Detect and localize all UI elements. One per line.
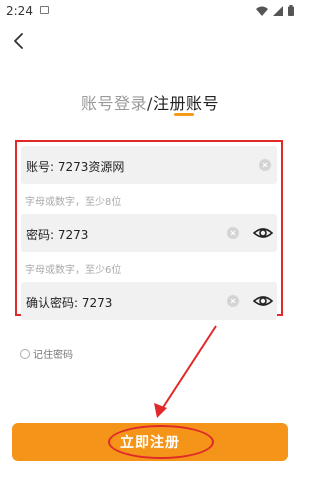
password-hint: 字母或数字，至少6位 <box>25 265 122 276</box>
wifi-icon <box>256 6 268 16</box>
account-hint: 字母或数字，至少8位 <box>25 197 122 208</box>
status-icons <box>256 5 294 16</box>
remember-password-checkbox[interactable]: 记住密码 <box>20 346 73 361</box>
password-field[interactable]: 密码: 7273 <box>21 214 277 252</box>
register-submit-button[interactable]: 立即注册 <box>12 423 288 461</box>
signal-icon <box>273 5 283 16</box>
account-input[interactable]: 账号: 7273资源网 <box>26 158 124 175</box>
confirm-password-input[interactable]: 确认密码: 7273 <box>26 294 112 311</box>
clear-icon[interactable] <box>259 159 271 171</box>
password-input[interactable]: 密码: 7273 <box>26 226 88 243</box>
registration-form-highlight: 账号: 7273资源网 字母或数字，至少8位 密码: 7273 字母或数字，至少… <box>15 140 283 320</box>
tab-bar: 账号登录/注册账号 <box>0 90 300 114</box>
confirm-password-field[interactable]: 确认密码: 7273 <box>21 282 277 320</box>
battery-icon <box>288 5 294 16</box>
back-button[interactable] <box>8 30 30 52</box>
back-arrow-icon <box>14 33 23 49</box>
radio-circle-icon[interactable] <box>20 348 30 359</box>
submit-label: 立即注册 <box>120 435 180 451</box>
tab-account-login[interactable]: 账号登录 <box>81 94 147 113</box>
eye-icon[interactable] <box>253 224 273 242</box>
eye-icon[interactable] <box>253 292 273 310</box>
clear-icon[interactable] <box>227 227 239 239</box>
active-tab-indicator <box>174 113 194 116</box>
tab-register-account[interactable]: 注册账号 <box>153 94 219 113</box>
status-time: 2:24 <box>6 4 33 18</box>
clear-icon[interactable] <box>227 295 239 307</box>
remember-password-label: 记住密码 <box>33 350 73 361</box>
status-bar: 2:24 <box>0 0 300 22</box>
account-field[interactable]: 账号: 7273资源网 <box>21 146 277 184</box>
notification-icon <box>40 6 49 14</box>
